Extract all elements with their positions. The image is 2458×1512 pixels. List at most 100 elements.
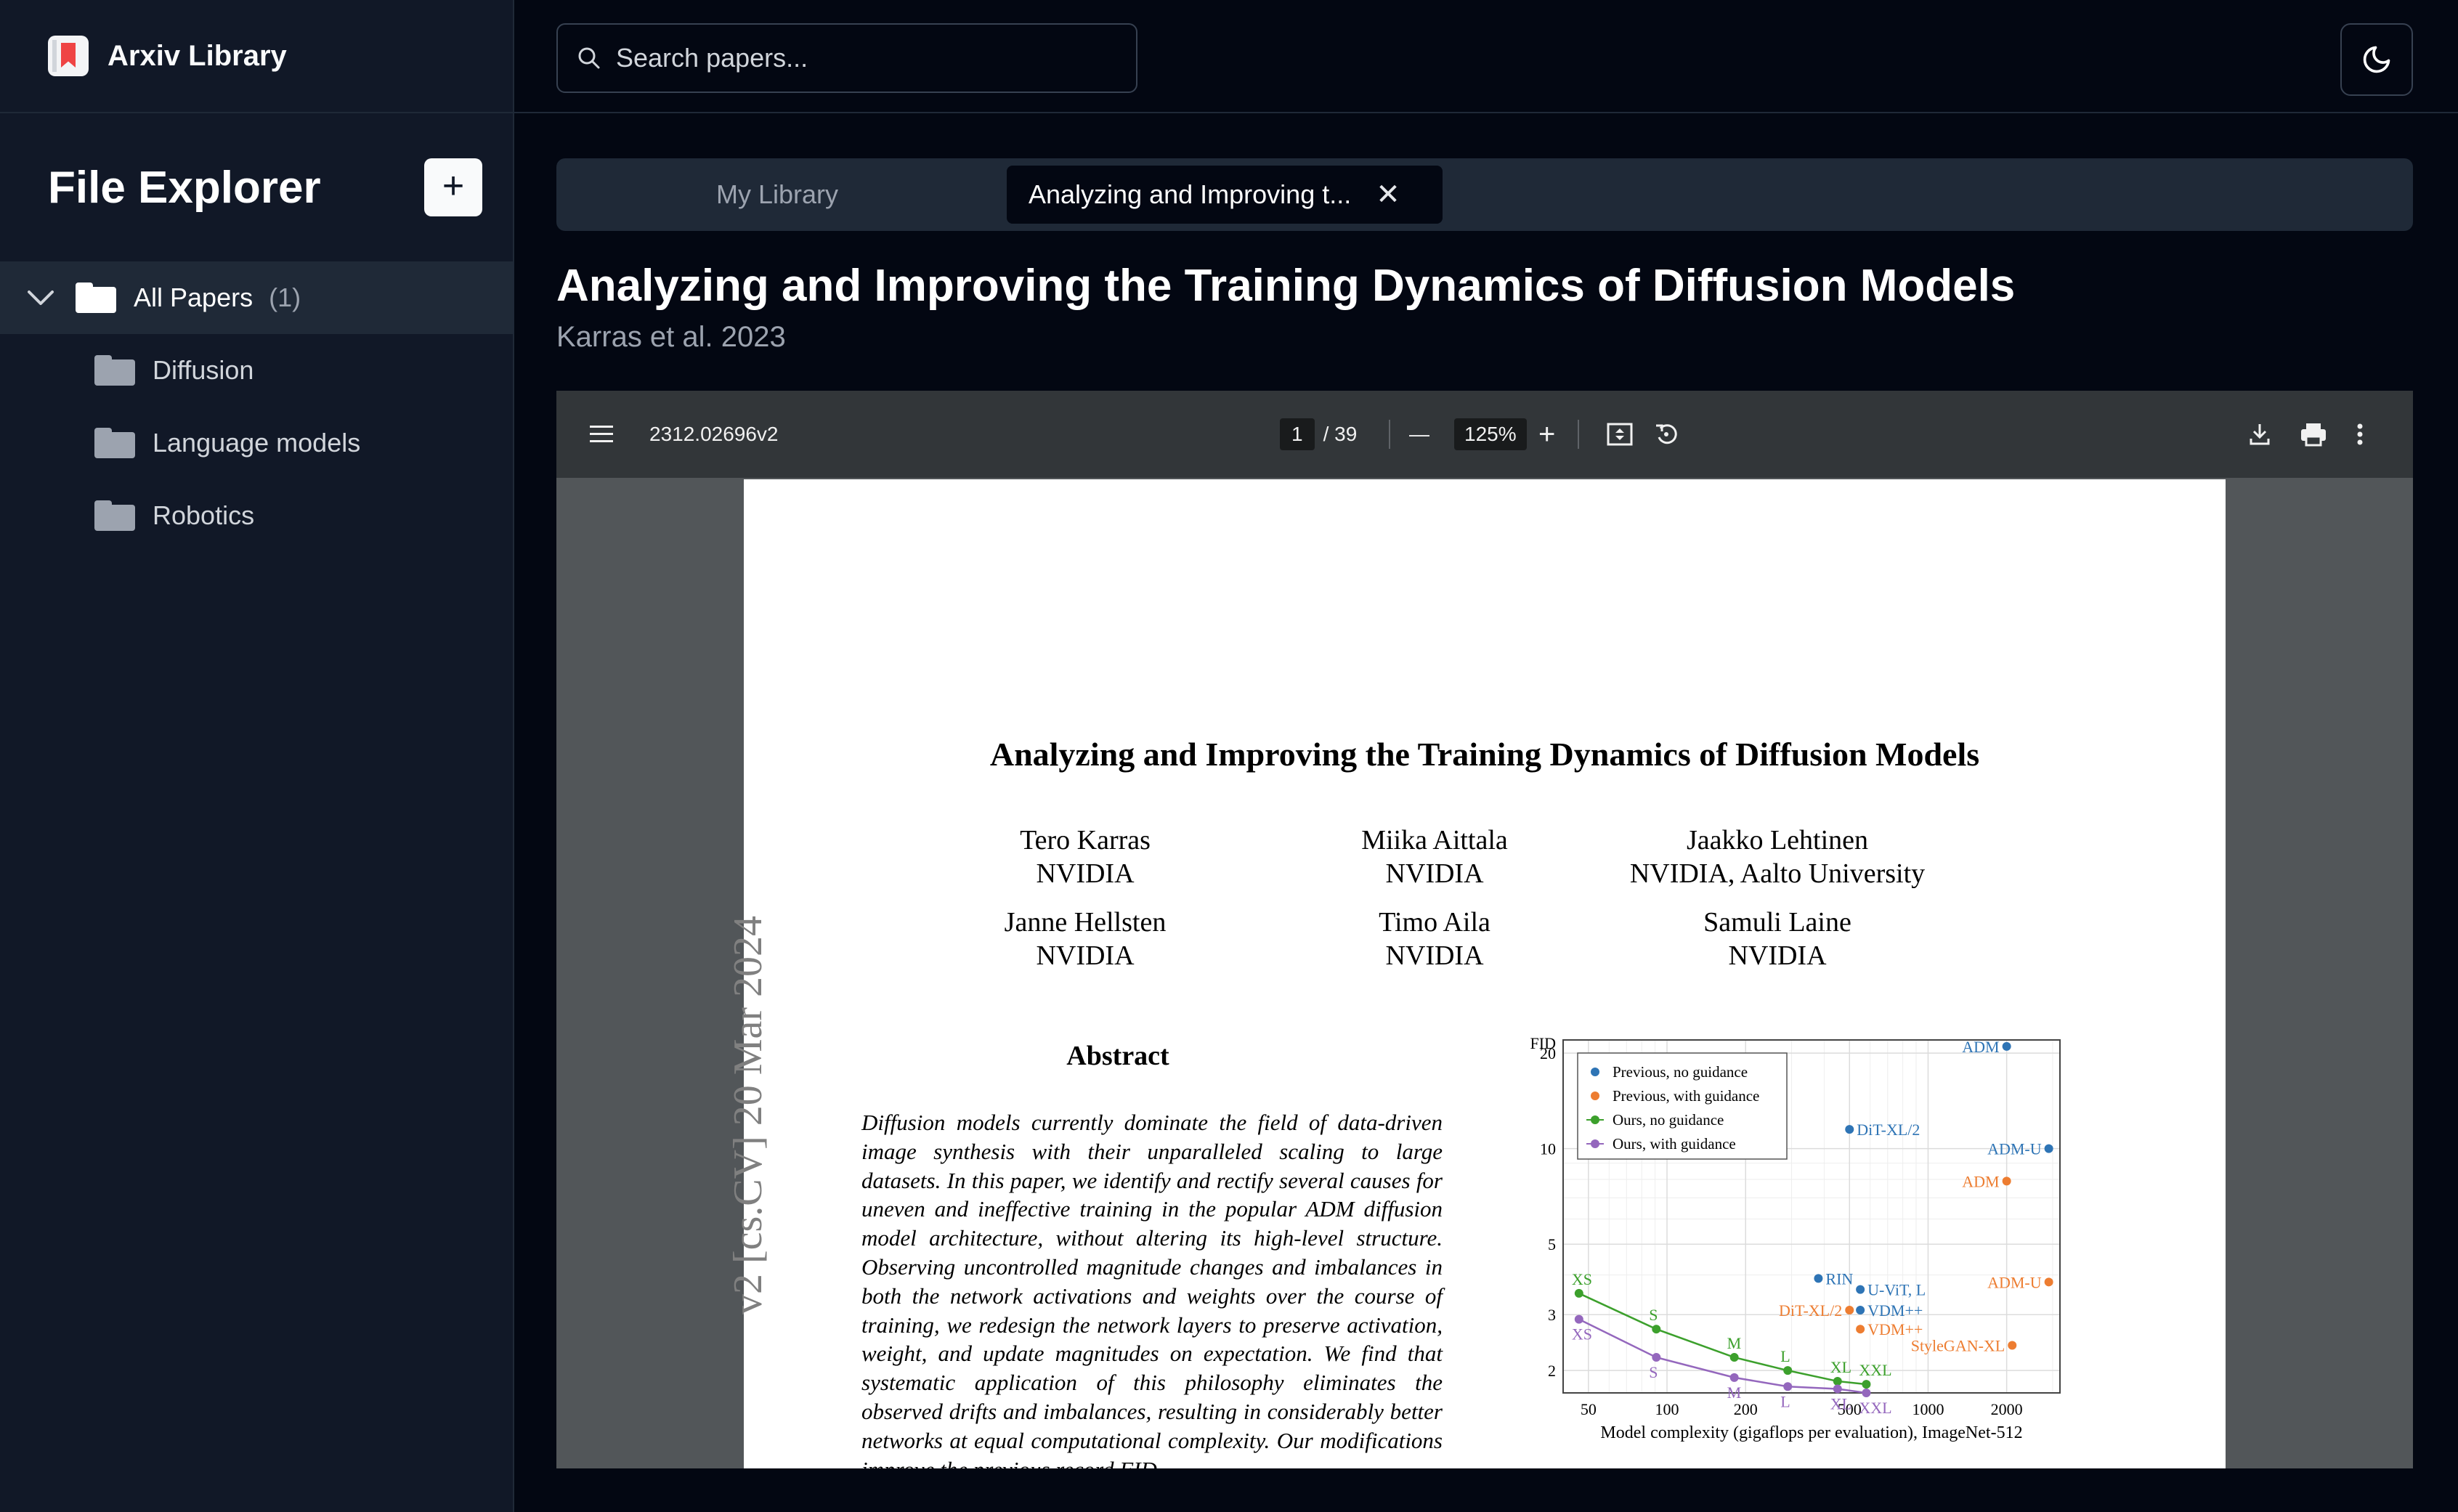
folder-icon [94,355,135,386]
data-label: XS [1572,1325,1592,1344]
author-block: Janne Hellsten NVIDIA [896,906,1274,972]
data-label: M [1727,1383,1742,1402]
close-icon[interactable]: ✕ [1376,178,1400,211]
folder-icon [94,428,135,458]
y-axis-label: FID [1530,1034,1556,1052]
author-affiliation: NVIDIA [1385,940,1484,971]
x-axis-label: Model complexity (gigaflops per evaluati… [1600,1423,2022,1442]
data-label: ADM [1962,1038,1999,1056]
y-tick-label: 2 [1548,1362,1556,1380]
author-name: Janne Hellsten [1004,907,1167,938]
x-tick-label: 1000 [1912,1400,1944,1418]
tab-bar: My Library Analyzing and Improving t... … [556,158,2413,231]
data-point [2044,1144,2053,1153]
author-affiliation: NVIDIA, Aalto University [1629,858,1926,889]
data-point [1862,1380,1871,1389]
tree-item-label: Diffusion [153,355,254,385]
tree-item-label: Robotics [153,500,255,530]
tab-paper[interactable]: Analyzing and Improving t... ✕ [1007,166,1443,224]
pdf-viewer[interactable]: 2312.02696v2 1 / 39 — 125% + Analyzing a… [556,391,2413,1468]
x-tick-label: 200 [1734,1400,1758,1418]
zoom-in-button[interactable]: + [1538,391,1555,478]
tree-item-robotics[interactable]: Robotics [0,479,513,552]
data-point [1845,1125,1854,1134]
author-name: Miika Aittala [1361,825,1508,855]
search-input[interactable] [614,42,1111,74]
author-name: Samuli Laine [1703,907,1851,938]
add-folder-button[interactable]: + [424,158,482,216]
data-label: StyleGAN-XL [1911,1337,2005,1355]
y-tick-label: 10 [1540,1140,1556,1158]
tree-item-label: All Papers [134,283,253,312]
data-point [1574,1288,1583,1298]
tree-item-all-papers[interactable]: All Papers (1) [0,261,513,334]
author-block: Tero Karras NVIDIA [896,824,1274,890]
brand[interactable]: Arxiv Library [0,0,513,113]
data-point [1856,1305,1865,1314]
pdf-filename: 2312.02696v2 [649,423,779,445]
pdf-page: Analyzing and Improving the Training Dyn… [726,479,2226,1468]
data-label: XL [1830,1394,1851,1413]
data-label: L [1780,1392,1790,1410]
data-label: L [1780,1347,1790,1365]
chevron-down-icon[interactable] [26,283,55,313]
data-point [1574,1314,1583,1324]
legend-entry: Ours, with guidance [1613,1135,1736,1153]
zoom-level[interactable]: 125% [1454,418,1527,450]
data-point [2002,1176,2011,1186]
tree-item-label: Language models [153,428,361,458]
author-block: Timo Aila NVIDIA [1246,906,1623,972]
print-icon[interactable] [2300,391,2327,478]
moon-icon [2363,46,2390,73]
paper-title: Analyzing and Improving the Training Dyn… [556,261,2016,311]
search-icon [578,47,600,69]
data-point [1845,1305,1854,1314]
divider [1389,420,1390,449]
data-point [1814,1274,1823,1283]
zoom-out-button[interactable]: — [1409,391,1429,478]
series-line [1578,1318,1867,1394]
theme-toggle-button[interactable] [2340,23,2413,96]
data-point [1652,1353,1661,1362]
divider [1578,420,1579,449]
author-name: Timo Aila [1379,907,1490,938]
legend-entry: Previous, with guidance [1613,1087,1759,1105]
library-logo-icon [48,36,89,76]
rotate-icon[interactable] [1653,391,1679,478]
author-affiliation: NVIDIA [1385,858,1484,889]
data-label: DiT-XL/2 [1857,1121,1920,1139]
tree-item-diffusion[interactable]: Diffusion [0,334,513,407]
data-label: VDM++ [1867,1301,1923,1320]
data-label: RIN [1825,1269,1853,1288]
data-point [1833,1384,1842,1394]
data-label: XL [1830,1358,1851,1376]
tab-my-library[interactable]: My Library [716,166,838,224]
menu-icon[interactable] [588,391,614,478]
tab-paper-label: Analyzing and Improving t... [1029,179,1352,209]
data-point [2044,1277,2053,1287]
data-point [2008,1341,2017,1350]
fid-chart: 50 100 200 500 1000 20002351020FIDModel compl… [1530,1034,2061,1442]
author-block: Jaakko Lehtinen NVIDIA, Aalto University [1589,824,1966,890]
search-box[interactable] [556,23,1137,93]
legend-marker [1591,1092,1599,1100]
more-options-icon[interactable] [2356,391,2364,478]
data-label: XXL [1859,1399,1891,1417]
page-number-input[interactable]: 1 [1280,418,1315,450]
abstract-heading: Abstract [1066,1041,1169,1071]
top-bar [514,0,2458,113]
data-label: S [1649,1363,1658,1381]
data-label: S [1649,1306,1658,1324]
data-point [1729,1353,1739,1362]
fit-page-icon[interactable] [1607,391,1633,478]
pdf-toolbar: 2312.02696v2 1 / 39 — 125% + [556,391,2413,478]
data-point [1856,1285,1865,1294]
data-label: U-ViT, L [1867,1281,1926,1299]
download-icon[interactable] [2249,391,2271,478]
tree-item-language-models[interactable]: Language models [0,407,513,479]
y-tick-label: 3 [1548,1306,1556,1324]
author-affiliation: NVIDIA [1036,940,1135,971]
data-label: XXL [1859,1361,1891,1379]
arxiv-side-identifier: v2 [cs.CV] 20 Mar 2024 [726,915,771,1314]
data-point [2002,1041,2011,1051]
